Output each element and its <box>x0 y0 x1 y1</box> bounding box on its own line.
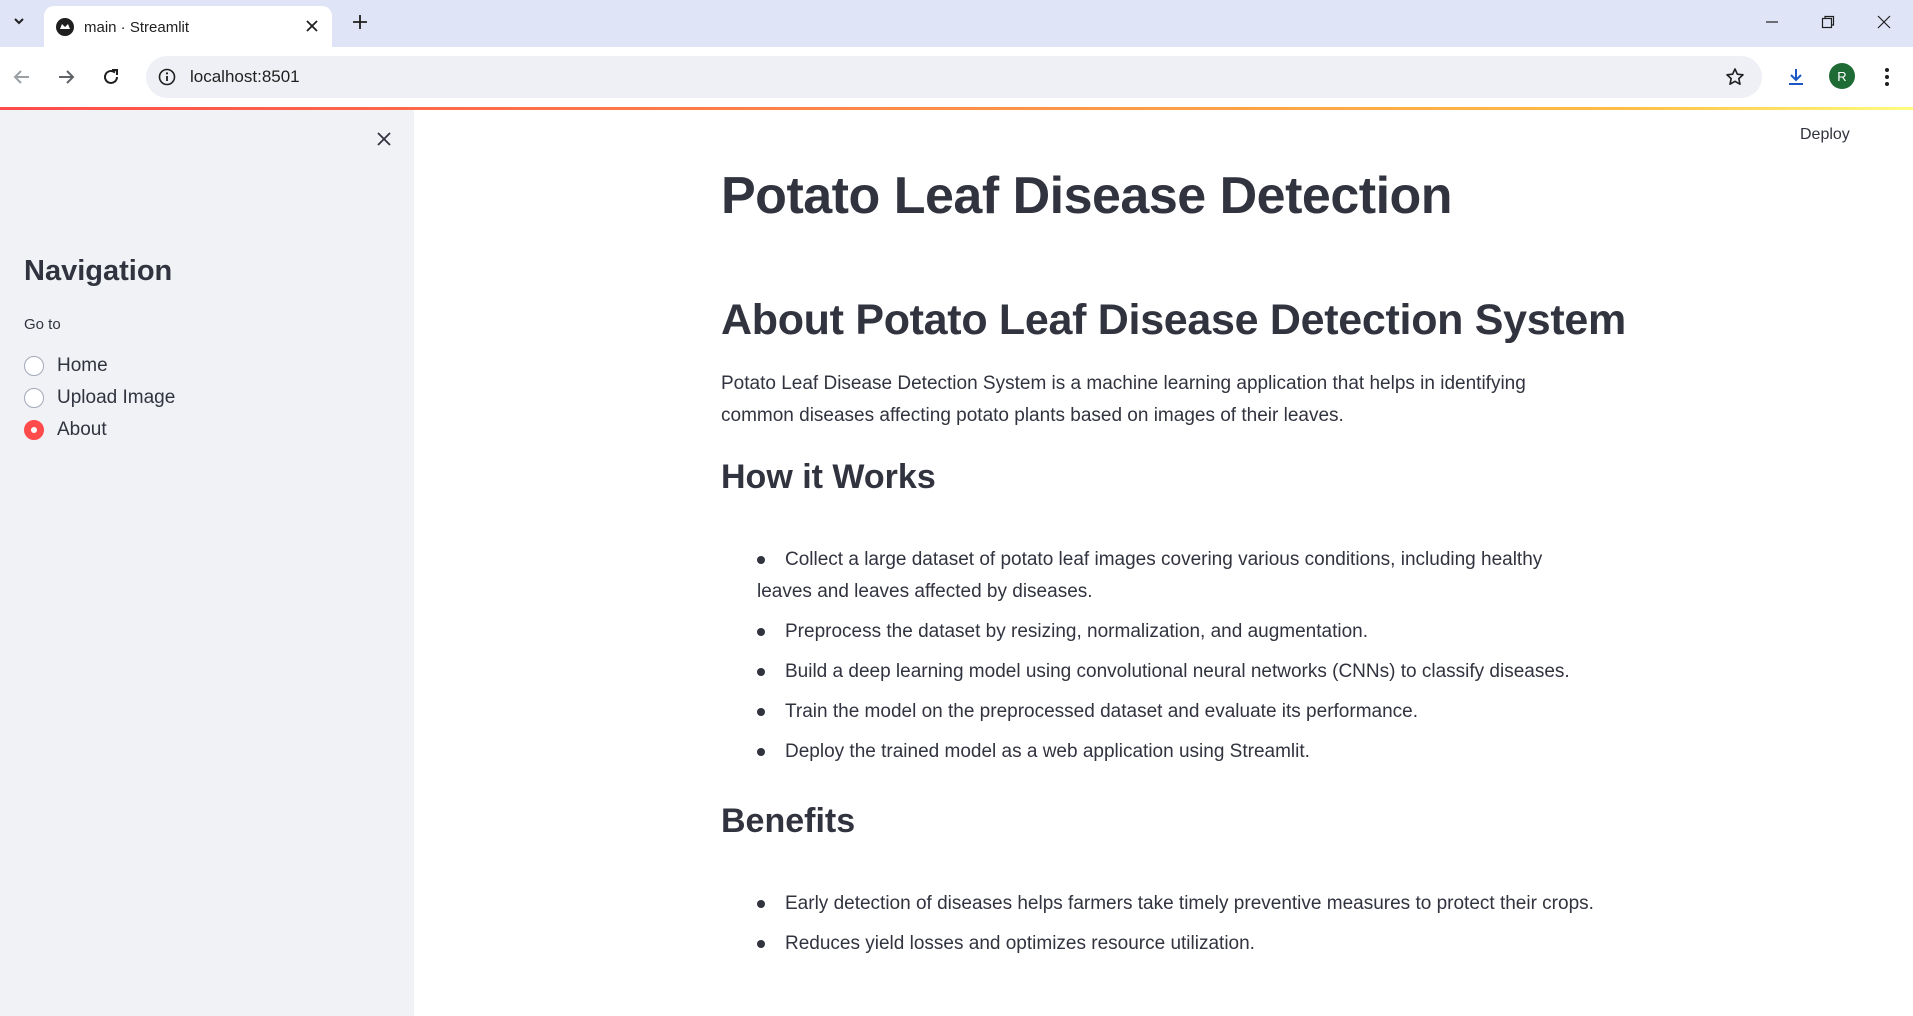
how-it-works-heading: How it Works <box>721 458 936 496</box>
url-text: localhost:8501 <box>190 67 300 86</box>
radio-circle-icon[interactable] <box>24 356 44 376</box>
about-heading: About Potato Leaf Disease Detection Syst… <box>721 296 1626 344</box>
browser-menu-icon[interactable] <box>1873 63 1901 91</box>
profile-avatar[interactable]: R <box>1829 63 1855 89</box>
radio-option-about[interactable]: About <box>24 414 175 446</box>
list-item: Early detection of diseases helps farmer… <box>757 888 1601 920</box>
benefits-heading: Benefits <box>721 802 856 840</box>
address-bar[interactable]: localhost:8501 <box>146 56 1762 98</box>
back-arrow-icon[interactable] <box>8 63 36 91</box>
deploy-button[interactable]: Deploy <box>1800 126 1850 144</box>
reload-icon[interactable] <box>97 63 125 91</box>
radio-option-home[interactable]: Home <box>24 350 175 382</box>
forward-arrow-icon[interactable] <box>52 63 80 91</box>
intro-paragraph: Potato Leaf Disease Detection System is … <box>721 373 1526 426</box>
page-title: Potato Leaf Disease Detection <box>721 167 1453 225</box>
sidebar-title: Navigation <box>24 255 173 287</box>
window-close-icon[interactable] <box>1862 8 1906 36</box>
browser-toolbar: localhost:8501 R <box>0 47 1913 107</box>
tab-search-chevron-icon[interactable] <box>8 10 30 32</box>
radio-circle-icon[interactable] <box>24 388 44 408</box>
radio-option-label[interactable]: Upload Image <box>57 387 175 409</box>
list-item: Reduces yield losses and optimizes resou… <box>757 928 1601 960</box>
list-item: Train the model on the preprocessed data… <box>757 696 1601 728</box>
browser-tab-title: main · Streamlit <box>84 19 190 36</box>
sidebar-close-icon[interactable] <box>370 125 398 153</box>
radio-option-label[interactable]: About <box>57 419 107 441</box>
radio-option-label[interactable]: Home <box>57 355 108 377</box>
restore-icon[interactable] <box>1806 8 1850 36</box>
bookmark-star-icon[interactable] <box>1724 66 1746 88</box>
tab-close-icon[interactable] <box>302 16 322 36</box>
new-tab-plus-icon[interactable] <box>348 10 372 34</box>
list-item: Deploy the trained model as a web applic… <box>757 736 1601 768</box>
radio-option-upload-image[interactable]: Upload Image <box>24 382 175 414</box>
list-item: Build a deep learning model using convol… <box>757 656 1601 688</box>
radio-group-label: Go to <box>24 316 61 333</box>
browser-tabstrip: main · Streamlit <box>0 0 1913 47</box>
streamlit-favicon-icon <box>56 18 74 36</box>
sidebar: Navigation Go to Home Upload Image About <box>0 110 414 1016</box>
site-info-icon[interactable] <box>156 66 178 88</box>
minimize-icon[interactable] <box>1750 8 1794 36</box>
browser-tab-active[interactable]: main · Streamlit <box>44 6 332 47</box>
navigation-radio-group: Home Upload Image About <box>24 350 175 446</box>
download-icon[interactable] <box>1782 63 1810 91</box>
benefits-list: Early detection of diseases helps farmer… <box>757 888 1601 968</box>
how-it-works-list: Collect a large dataset of potato leaf i… <box>757 544 1601 776</box>
list-item: Preprocess the dataset by resizing, norm… <box>757 616 1601 648</box>
list-item: Collect a large dataset of potato leaf i… <box>757 544 1601 608</box>
radio-circle-selected-icon[interactable] <box>24 420 44 440</box>
